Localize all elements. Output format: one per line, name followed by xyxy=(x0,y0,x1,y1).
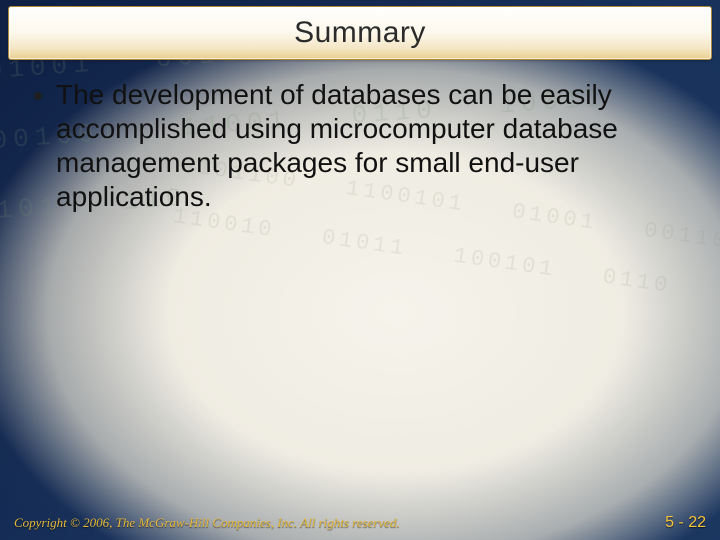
bullet-text: The development of databases can be easi… xyxy=(56,78,686,215)
slide-body: The development of databases can be easi… xyxy=(34,78,686,215)
title-bar: Summary xyxy=(8,6,712,60)
bullet-icon xyxy=(34,92,42,100)
slide-footer: Copyright © 2006, The McGraw-Hill Compan… xyxy=(0,512,720,534)
page-number: 5 - 22 xyxy=(665,514,706,532)
slide-title: Summary xyxy=(294,16,426,50)
copyright-text: Copyright © 2006, The McGraw-Hill Compan… xyxy=(14,515,400,531)
bullet-item: The development of databases can be easi… xyxy=(34,78,686,215)
slide: Summary The development of databases can… xyxy=(0,0,720,540)
